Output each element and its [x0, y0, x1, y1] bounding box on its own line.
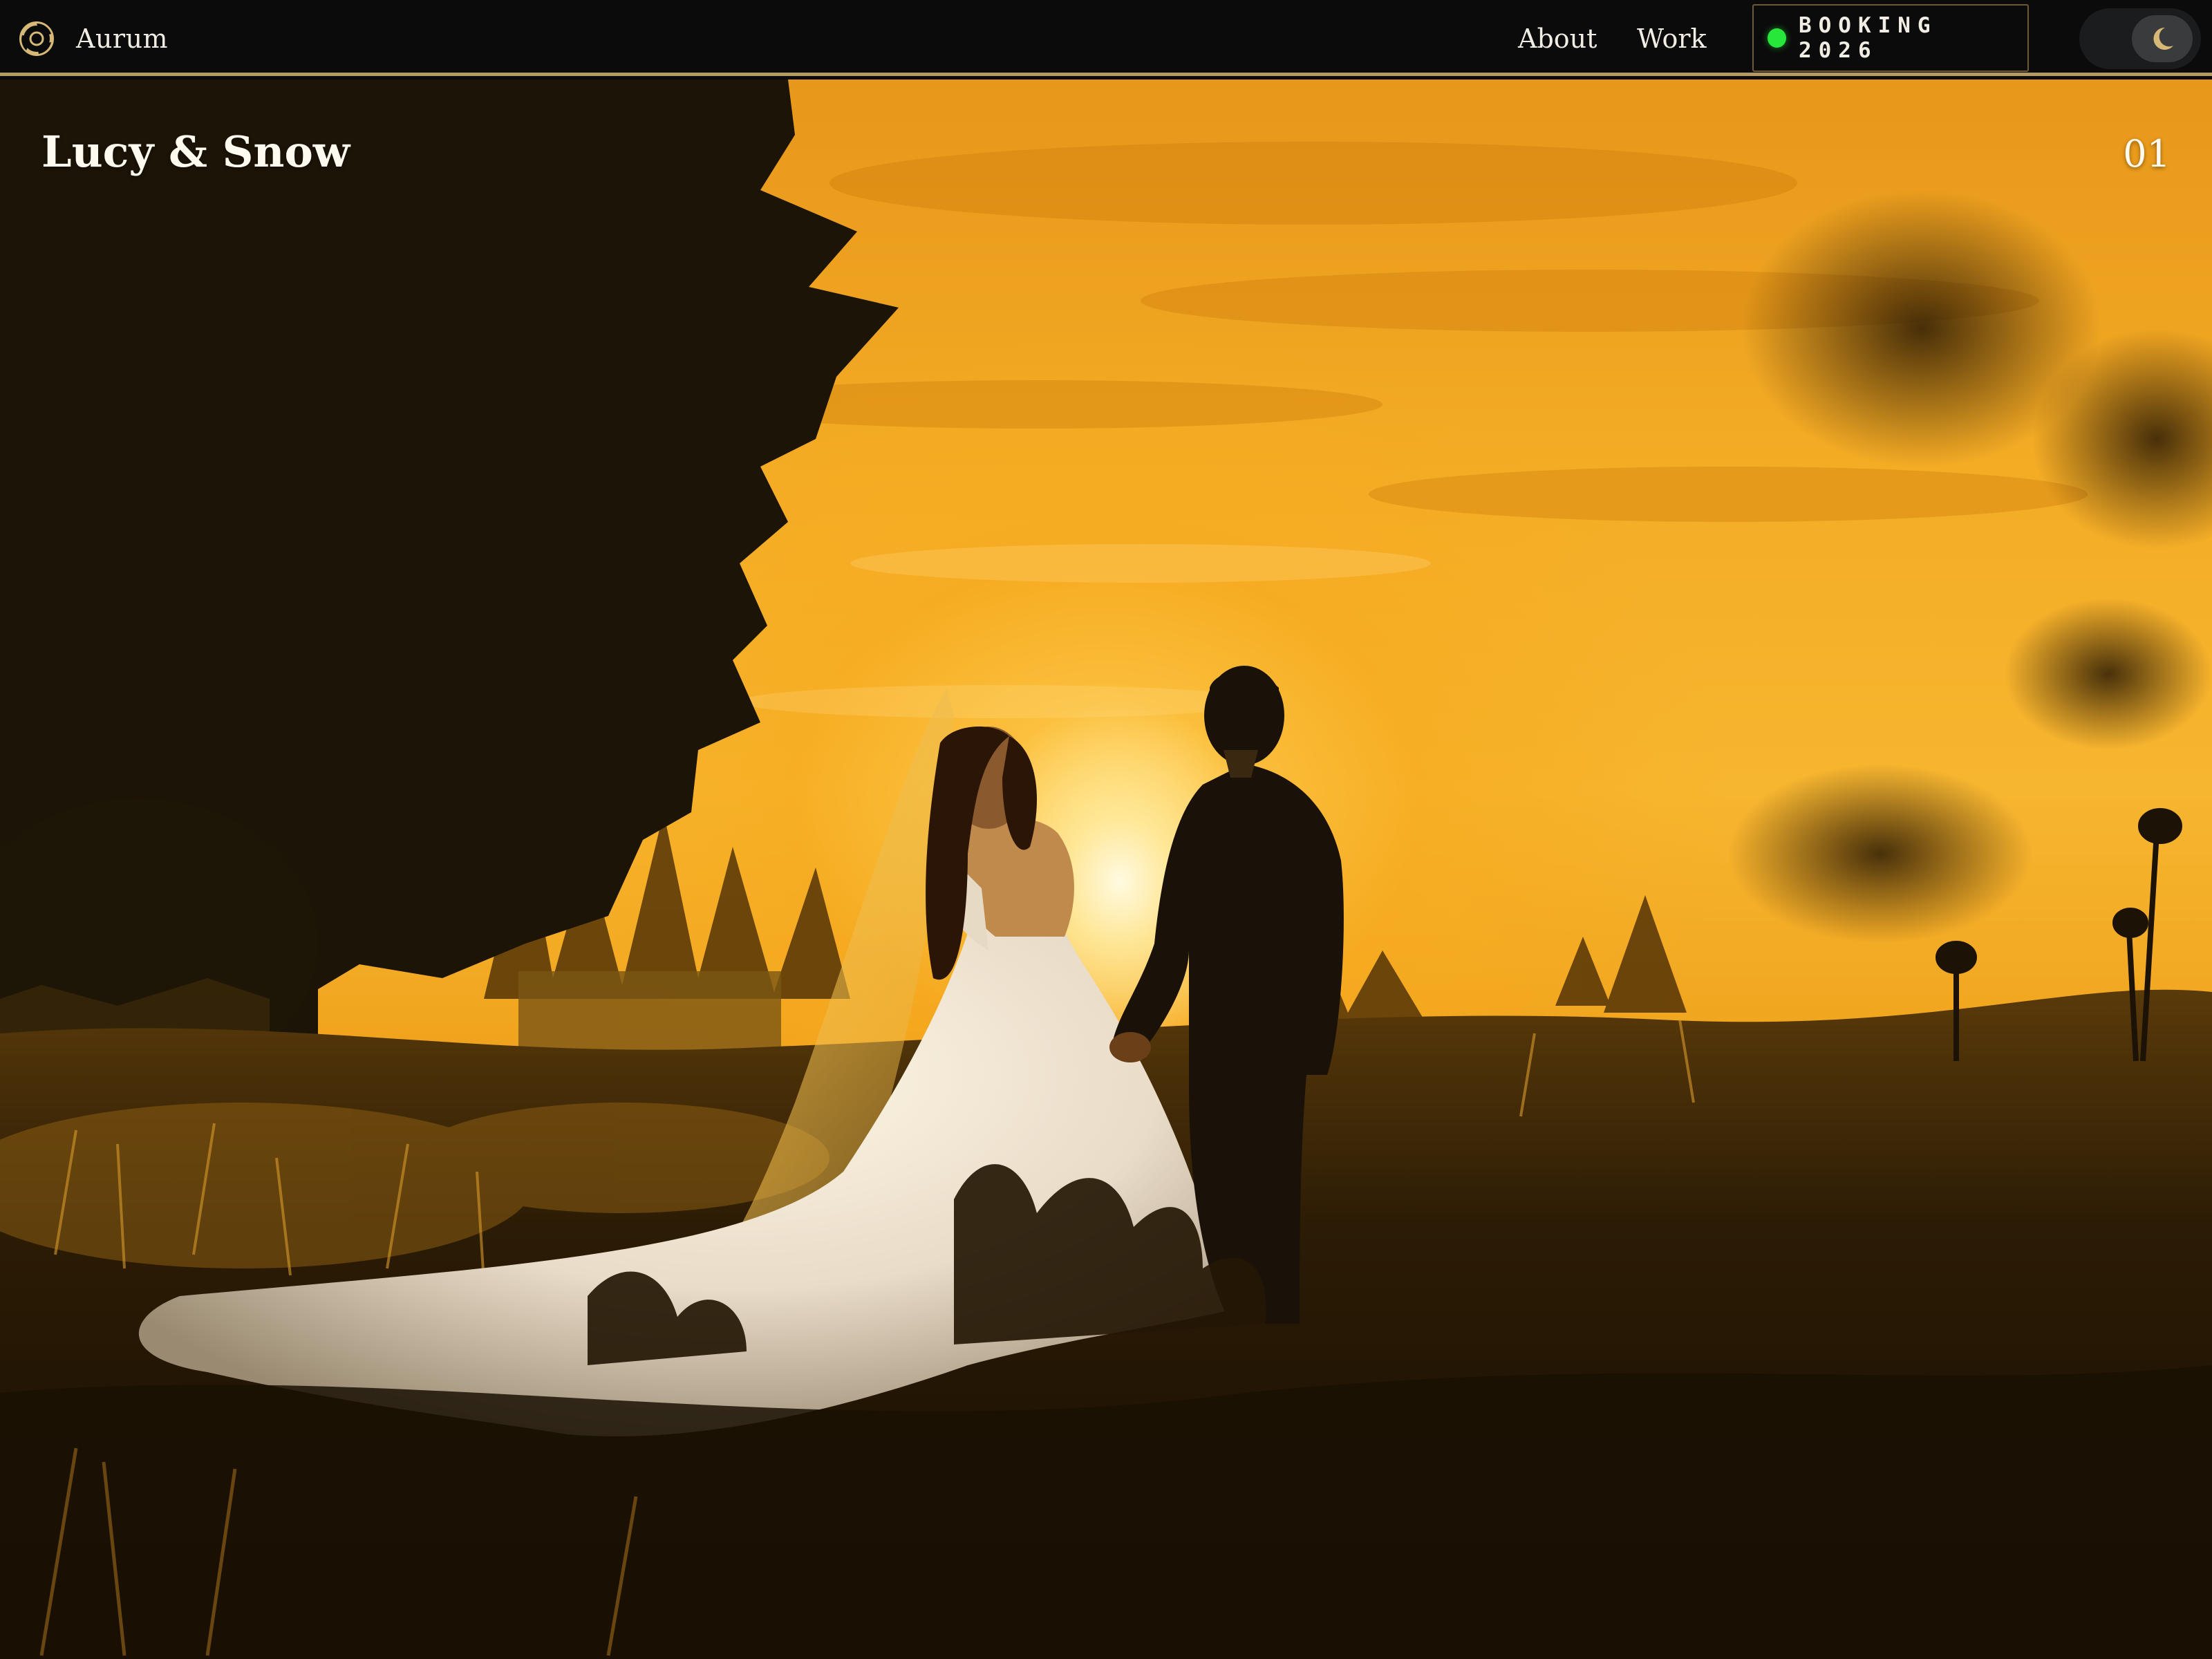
status-indicator-dot: [1768, 28, 1786, 48]
wedding-couple-sunset-photo: [0, 79, 2212, 1659]
aperture-logo-icon: [19, 21, 54, 56]
nav-link-work[interactable]: Work: [1637, 19, 1707, 58]
moon-icon: [2153, 27, 2173, 50]
booking-status-button[interactable]: BOOKING 2026: [1752, 4, 2029, 72]
theme-toggle[interactable]: [2079, 8, 2201, 69]
brand[interactable]: Aurum: [18, 19, 168, 58]
gallery-title: Lucy & Snow: [41, 126, 350, 177]
theme-toggle-knob: [2132, 15, 2193, 62]
brand-name: Aurum: [76, 24, 169, 54]
nav-link-about[interactable]: About: [1518, 19, 1597, 58]
gallery-index: 01: [2123, 132, 2171, 176]
hero-photo: Lucy & Snow 01: [0, 79, 2212, 1659]
booking-label: BOOKING 2026: [1798, 13, 1938, 63]
top-navigation-bar: Aurum About Work BOOKING 2026: [0, 0, 2212, 76]
